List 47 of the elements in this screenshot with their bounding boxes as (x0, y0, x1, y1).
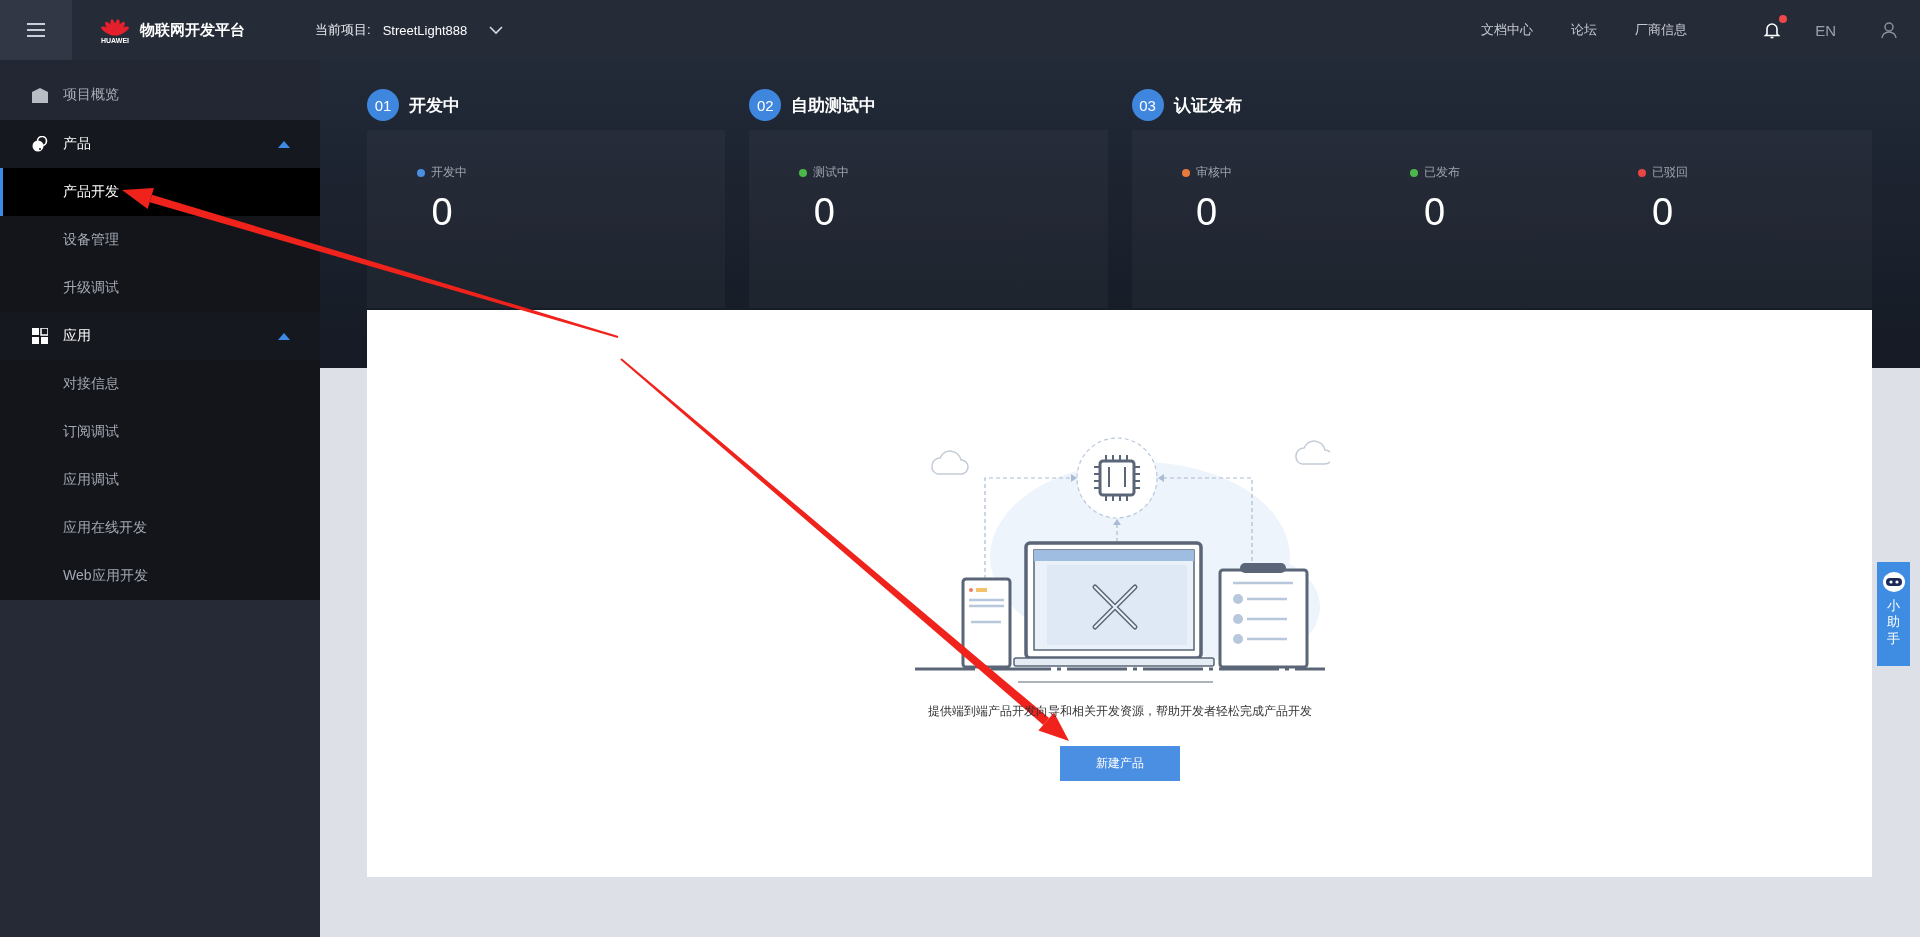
bell-icon (1763, 20, 1782, 40)
sidebar-item[interactable]: 产品开发 (0, 168, 320, 216)
sidebar-item[interactable]: 设备管理 (0, 216, 320, 264)
sidebar-group[interactable]: 产品 (0, 120, 320, 168)
sidebar-item[interactable]: Web应用开发 (0, 552, 320, 600)
user-icon (1880, 21, 1898, 39)
stage-number: 02 (749, 89, 782, 121)
stat-value: 0 (1423, 191, 1446, 234)
stat-label: 测试中 (813, 164, 850, 181)
sidebar-item[interactable]: 订阅调试 (0, 408, 320, 456)
sidebar-item[interactable]: 对接信息 (0, 360, 320, 408)
stat-label: 开发中 (431, 164, 467, 181)
project-label: 当前项目: (315, 21, 371, 39)
sidebar-item[interactable]: 项目概览 (0, 60, 320, 120)
stat-value: 0 (1651, 191, 1674, 234)
stat-value: 0 (813, 191, 835, 234)
sidebar-item[interactable]: 升级调试 (0, 264, 320, 312)
header-link[interactable]: 厂商信息 (1635, 21, 1688, 39)
flower-logo-icon (100, 16, 130, 36)
sidebar-item[interactable]: 应用调试 (0, 456, 320, 504)
menu-icon (27, 22, 45, 38)
stat-value: 0 (1195, 191, 1218, 234)
sidebar-item[interactable]: 应用在线开发 (0, 504, 320, 552)
stage-title: 自助测试中 (791, 94, 877, 117)
stat-label: 已驳回 (1651, 164, 1688, 181)
menu-button[interactable] (0, 0, 72, 60)
stage-title: 认证发布 (1173, 94, 1242, 117)
stat-label: 已发布 (1423, 164, 1460, 181)
language-button[interactable]: EN (1813, 19, 1838, 41)
header-link[interactable]: 文档中心 (1481, 21, 1534, 39)
stat-value: 0 (431, 191, 453, 234)
stage-number: 03 (1131, 89, 1164, 121)
grid-icon (32, 328, 48, 344)
user-button[interactable] (1878, 19, 1900, 41)
caret-up-icon (278, 140, 290, 148)
house-icon (32, 87, 48, 103)
platform-title: 物联网开发平台 (140, 20, 245, 40)
header-link[interactable]: 论坛 (1571, 21, 1598, 39)
stage-number: 01 (367, 89, 399, 121)
stat-label: 审核中 (1195, 164, 1232, 181)
circles-icon (32, 136, 48, 152)
robot-icon (1882, 572, 1905, 592)
sidebar-group[interactable]: 应用 (0, 312, 320, 360)
caret-up-icon (278, 332, 290, 340)
stage-title: 开发中 (409, 94, 460, 117)
chevron-down-icon (489, 25, 504, 35)
project-dropdown[interactable]: StreetLight888 (378, 18, 508, 42)
